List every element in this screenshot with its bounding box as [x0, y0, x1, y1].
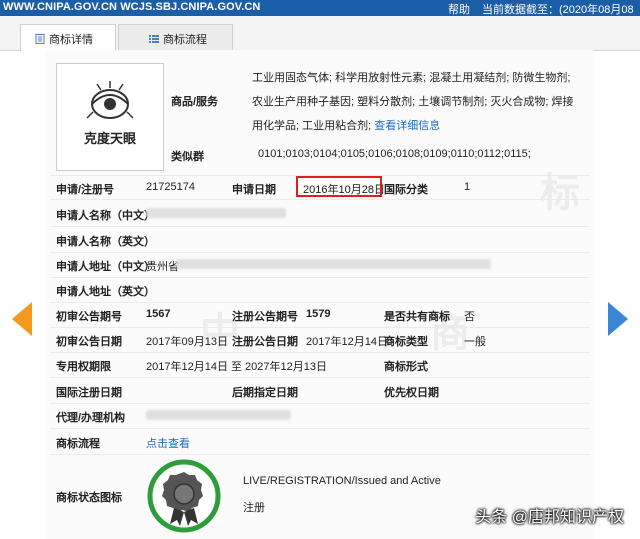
tm-type-label: 商标类型	[384, 336, 428, 348]
row-divider	[50, 226, 590, 227]
redacted-text	[146, 410, 291, 420]
status-en: LIVE/REGISTRATION/Issued and Active	[243, 475, 441, 487]
site-urls: WWW.CNIPA.GOV.CN WCJS.SBJ.CNIPA.GOV.CN	[3, 1, 261, 13]
background-watermark: 标	[540, 171, 580, 215]
prelim-no-value: 1567	[146, 308, 171, 320]
view-details-link[interactable]: 查看详细信息	[374, 120, 440, 132]
similar-group-label: 类似群	[171, 151, 204, 163]
row-divider	[50, 252, 590, 253]
priority-date-label: 优先权日期	[384, 387, 439, 399]
process-view-link[interactable]: 点击查看	[146, 435, 190, 451]
previous-arrow-icon[interactable]	[12, 302, 34, 336]
intl-class-value: 1	[464, 181, 471, 193]
reg-pub-date-label: 注册公告日期	[232, 336, 298, 348]
reg-pub-no-value: 1579	[306, 308, 331, 320]
shared-label: 是否共有商标	[384, 311, 450, 323]
similar-group-value: 0101;0103;0104;0105;0106;0108;0109;0110;…	[258, 148, 531, 160]
redacted-text	[176, 259, 491, 269]
row-divider	[50, 352, 590, 353]
tab-label: 商标流程	[163, 34, 207, 46]
applicant-cn-label: 申请人名称（中文）	[56, 210, 155, 222]
redacted-text	[146, 208, 286, 218]
prelim-date-value: 2017年09月13日	[146, 336, 228, 348]
address-cn-prefix: 贵州省	[146, 261, 179, 273]
tm-form-label: 商标形式	[384, 361, 428, 373]
goods-services: 工业用固态气体; 科学用放射性元素; 混凝土用凝结剂; 防微生物剂; 农业生产用…	[252, 66, 582, 138]
prelim-date-label: 初审公告日期	[56, 336, 122, 348]
tab-label: 商标详情	[49, 34, 93, 46]
apply-date-label: 申请日期	[232, 184, 276, 196]
exclusive-label: 专用权期限	[56, 361, 111, 373]
tm-type-value: 一般	[464, 336, 486, 348]
next-arrow-icon[interactable]	[606, 302, 628, 336]
reg-no-label: 申请/注册号	[56, 184, 115, 196]
row-divider	[50, 327, 590, 328]
tab-bar: 商标详情 商标流程	[0, 16, 640, 51]
list-icon	[149, 35, 159, 43]
row-divider	[50, 199, 590, 200]
agent-label: 代理/办理机构	[56, 412, 126, 424]
later-date-label: 后期指定日期	[232, 387, 298, 399]
row-divider	[50, 302, 590, 303]
goods-label: 商品/服务	[171, 96, 219, 108]
trademark-logo: 克度天眼	[56, 63, 164, 171]
logo-text: 克度天眼	[83, 131, 136, 146]
prelim-no-label: 初审公告期号	[56, 311, 122, 323]
row-divider	[50, 377, 590, 378]
reg-pub-date-value: 2017年12月14日	[306, 336, 388, 348]
status-icon-label: 商标状态图标	[56, 492, 122, 504]
exclusive-value: 2017年12月14日 至 2027年12月13日	[146, 361, 327, 373]
tab-trademark-process[interactable]: 商标流程	[118, 24, 233, 50]
address-cn-label: 申请人地址（中文）	[56, 261, 155, 273]
shared-value: 否	[464, 311, 475, 323]
top-bar: WWW.CNIPA.GOV.CN WCJS.SBJ.CNIPA.GOV.CN 帮…	[0, 0, 640, 32]
address-en-label: 申请人地址（英文）	[56, 286, 155, 298]
row-divider	[50, 428, 590, 429]
highlight-box	[296, 176, 382, 197]
applicant-en-label: 申请人名称（英文）	[56, 236, 155, 248]
document-icon	[35, 34, 45, 44]
reg-no-value: 21725174	[146, 181, 195, 193]
process-label: 商标流程	[56, 438, 100, 450]
intl-reg-date-label: 国际注册日期	[56, 387, 122, 399]
source-watermark: 头条 @唐邦知识产权	[475, 509, 624, 526]
intl-class-label: 国际分类	[384, 184, 428, 196]
help-link[interactable]: 帮助	[448, 1, 470, 17]
reg-pub-no-label: 注册公告期号	[232, 311, 298, 323]
registered-status-icon	[147, 459, 221, 533]
row-divider	[50, 277, 590, 278]
status-cn: 注册	[243, 502, 265, 514]
eye-logo-icon	[86, 81, 134, 119]
row-divider	[50, 403, 590, 404]
row-divider	[50, 454, 590, 455]
tab-trademark-detail[interactable]: 商标详情	[20, 24, 116, 51]
